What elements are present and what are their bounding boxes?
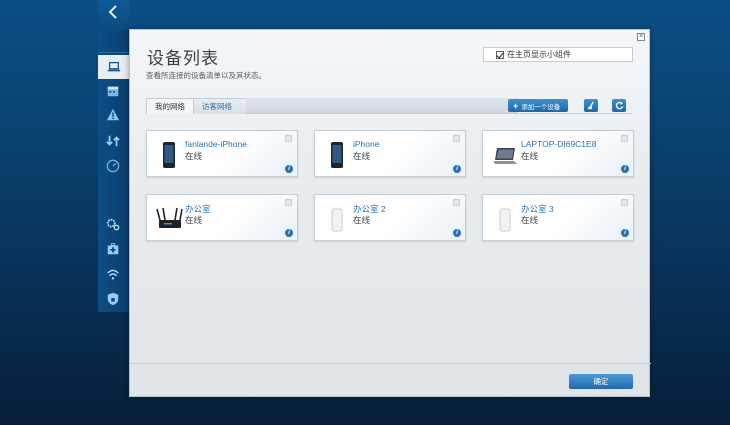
device-status: 在线	[185, 215, 203, 225]
device-card[interactable]: LAPTOP-DI69C1E8 在线 i	[482, 130, 634, 177]
wifi-icon	[107, 269, 119, 280]
info-icon[interactable]: i	[621, 165, 629, 173]
device-status: 在线	[353, 215, 371, 225]
warning-icon	[106, 108, 120, 121]
info-icon[interactable]: i	[285, 165, 293, 173]
smartphone-icon	[331, 142, 343, 168]
add-device-label: 添加一个设备	[521, 103, 561, 111]
footer-divider	[130, 363, 651, 364]
device-card[interactable]: iPhone 在线 i	[314, 130, 466, 177]
plus-icon: +	[513, 100, 519, 111]
select-checkbox[interactable]	[285, 199, 292, 206]
close-icon[interactable]: ×	[637, 33, 645, 41]
select-checkbox[interactable]	[453, 199, 460, 206]
chevron-left-icon[interactable]	[104, 5, 122, 25]
broom-icon	[587, 101, 594, 110]
nav-item-security[interactable]	[98, 287, 128, 311]
device-list-dialog: × 设备列表 查看所连接的设备清单以及其状态。 在主页显示小组件 我的网络 访客…	[129, 29, 651, 397]
add-device-button[interactable]: + 添加一个设备	[508, 99, 568, 112]
medkit-icon	[107, 243, 119, 255]
nav-item-parental[interactable]	[98, 79, 128, 103]
ok-button[interactable]: 确定	[569, 374, 633, 389]
select-checkbox[interactable]	[621, 199, 628, 206]
nav-item-alerts[interactable]	[98, 103, 128, 127]
mesh-node-icon	[499, 208, 511, 232]
show-widget-toggle[interactable]: 在主页显示小组件	[483, 47, 633, 62]
info-icon[interactable]: i	[621, 229, 629, 237]
page-subtitle: 查看所连接的设备清单以及其状态。	[146, 71, 266, 80]
device-card[interactable]: 办公室 在线 i	[146, 194, 298, 241]
speedometer-icon	[106, 159, 120, 173]
transfer-icon	[106, 135, 120, 147]
laptop-icon	[493, 148, 517, 164]
device-name: iPhone	[353, 139, 380, 149]
info-icon[interactable]: i	[285, 229, 293, 237]
nav-item-speed[interactable]	[98, 154, 128, 178]
nav-item-device-list[interactable]	[98, 55, 136, 79]
nav-item-settings[interactable]	[98, 212, 128, 236]
clean-button[interactable]	[584, 99, 598, 112]
mesh-node-icon	[331, 208, 343, 232]
device-name: fanlande-iPhone	[185, 139, 247, 149]
laptop-icon	[107, 61, 121, 72]
show-widget-checkbox[interactable]	[496, 50, 504, 59]
device-card[interactable]: 办公室 3 在线 i	[482, 194, 634, 241]
gears-icon	[106, 218, 120, 231]
divider	[98, 52, 129, 53]
device-card[interactable]: 办公室 2 在线 i	[314, 194, 466, 241]
tab-guest-network[interactable]: 访客网络	[194, 98, 246, 114]
tabbar-background	[246, 98, 518, 113]
refresh-icon	[615, 101, 623, 110]
info-icon[interactable]: i	[453, 229, 461, 237]
security-shield-icon	[107, 292, 119, 306]
device-card[interactable]: fanlande-iPhone 在线 i	[146, 130, 298, 177]
device-status: 在线	[521, 151, 539, 161]
nav-item-transfer[interactable]	[98, 129, 128, 153]
calendar-icon	[107, 86, 119, 97]
device-status: 在线	[521, 215, 539, 225]
tab-my-network[interactable]: 我的网络	[146, 98, 194, 114]
refresh-button[interactable]	[612, 99, 626, 112]
show-widget-label: 在主页显示小组件	[507, 50, 571, 59]
router-icon	[156, 207, 183, 228]
select-checkbox[interactable]	[453, 135, 460, 142]
device-status: 在线	[353, 151, 371, 161]
device-name: LAPTOP-DI69C1E8	[521, 139, 597, 149]
nav-item-wireless[interactable]	[98, 262, 128, 286]
select-checkbox[interactable]	[621, 135, 628, 142]
select-checkbox[interactable]	[285, 135, 292, 142]
page-title: 设备列表	[147, 49, 219, 68]
nav-item-troubleshoot[interactable]	[98, 237, 128, 261]
smartphone-icon	[163, 142, 175, 168]
info-icon[interactable]: i	[453, 165, 461, 173]
device-status: 在线	[185, 151, 203, 161]
